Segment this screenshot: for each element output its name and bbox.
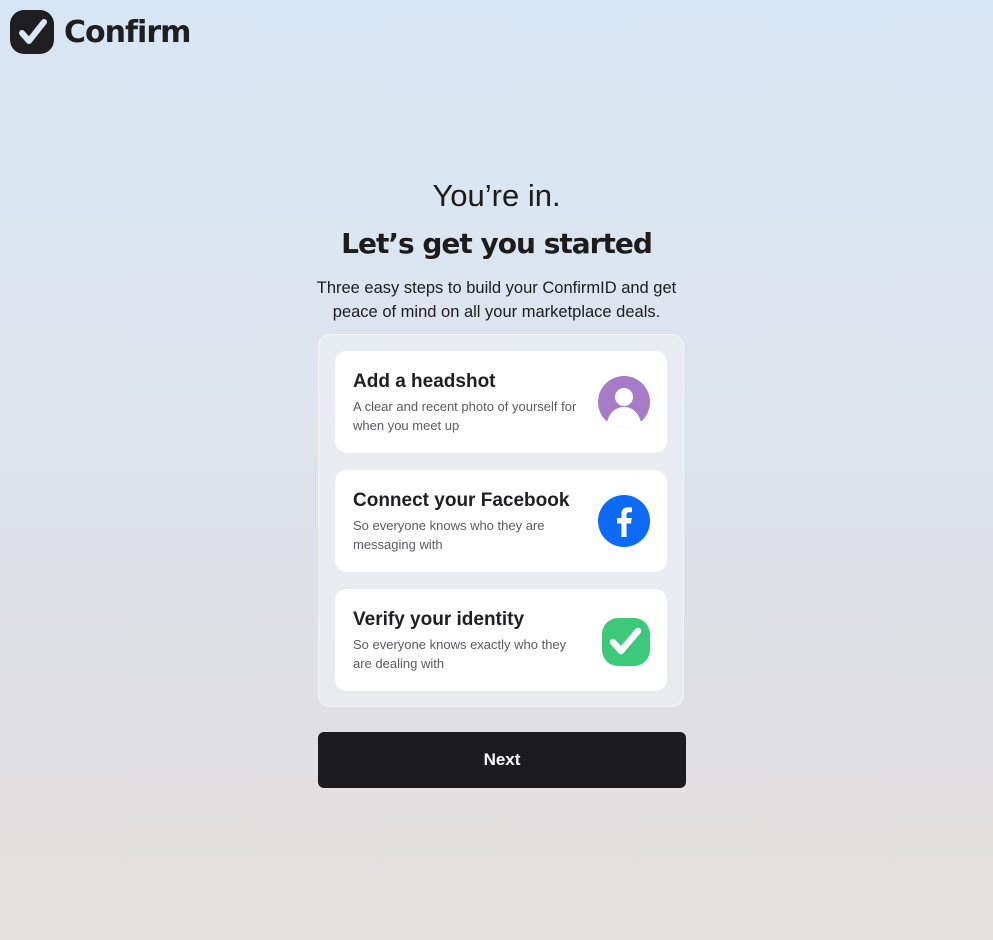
next-button[interactable]: Next [318,732,686,788]
step-description: So everyone knows who they are messaging… [353,518,545,552]
step-title: Add a headshot [353,371,496,392]
user-avatar-icon [598,376,650,428]
facebook-icon [598,495,650,547]
step-description: So everyone knows exactly who they are d… [353,637,567,671]
page-description: Three easy steps to build your ConfirmID… [316,279,677,321]
step-card-verify[interactable]: Verify your identity So everyone knows e… [335,589,667,691]
confirm-check-icon [602,618,650,666]
step-card-headshot[interactable]: Add a headshot A clear and recent photo … [335,351,667,453]
step-card-facebook[interactable]: Connect your Facebook So everyone knows … [335,470,667,572]
page-title: You’re in. [432,178,561,213]
brand-logo[interactable]: Confirm [10,10,191,54]
page-subtitle: Let’s get you started [341,227,653,260]
step-description: A clear and recent photo of yourself for… [353,399,577,433]
brand-name: Confirm [64,14,191,50]
step-title: Verify your identity [353,609,525,630]
confirm-logo-icon [10,10,54,54]
hero-section: You’re in. Let’s get you started Three e… [0,176,993,324]
step-title: Connect your Facebook [353,490,570,511]
steps-panel: Add a headshot A clear and recent photo … [318,334,684,707]
